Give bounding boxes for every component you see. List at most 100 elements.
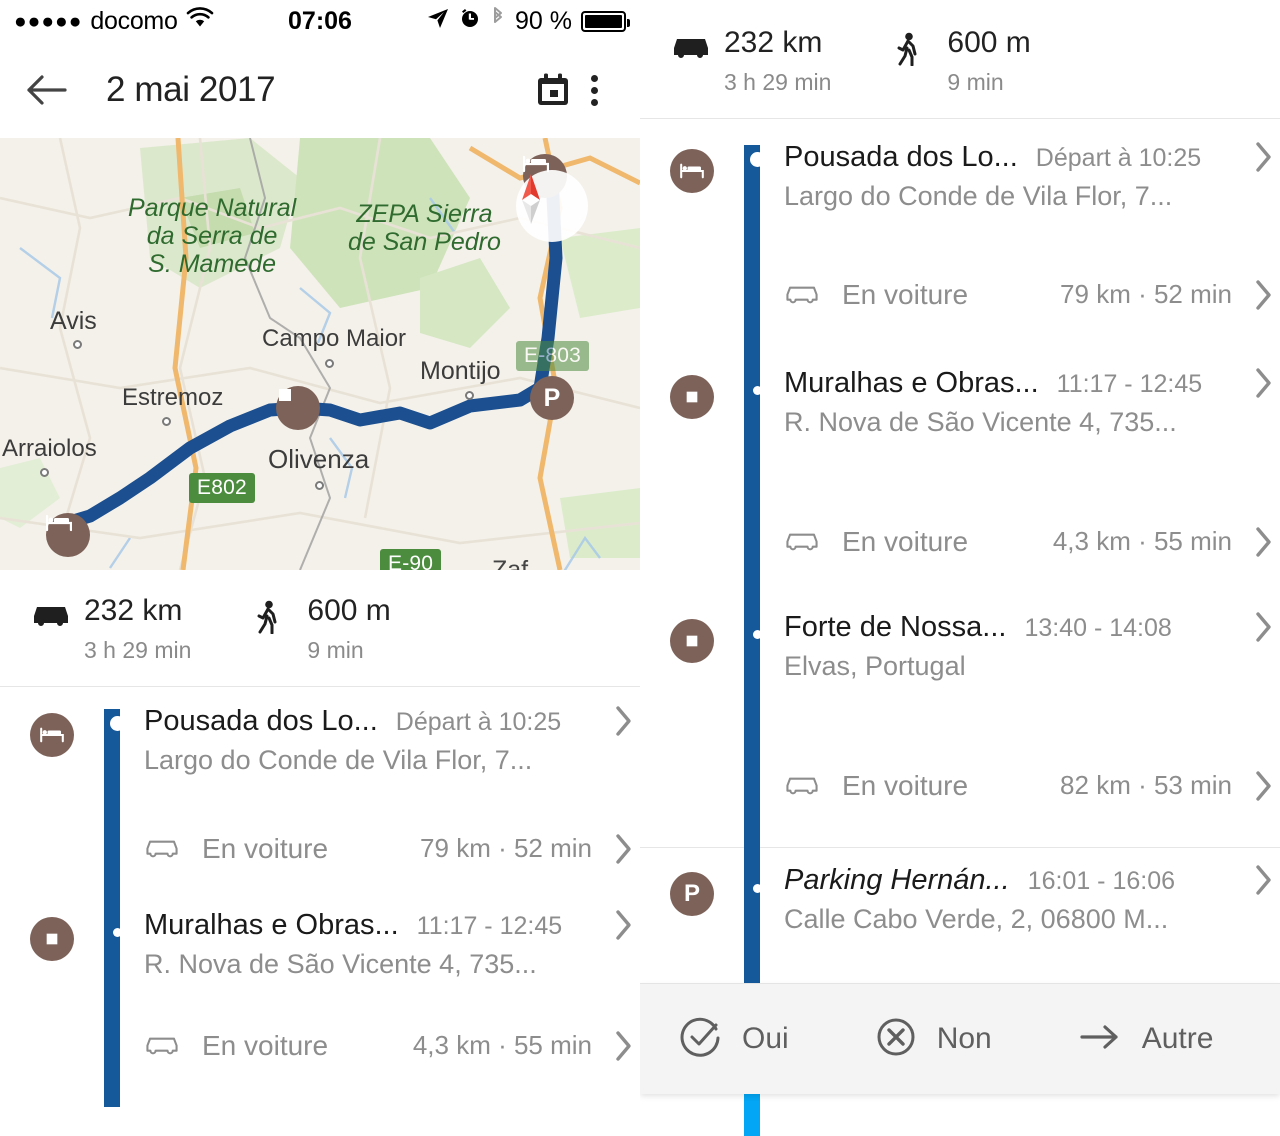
row-body: Pousada dos Lo... Départ à 10:25 Largo d…	[104, 705, 606, 776]
car-icon	[784, 280, 820, 309]
row-marker-slot	[640, 782, 744, 790]
summary-drive-distance: 232 km	[84, 594, 183, 627]
summary-walk: 600 m 9 min	[893, 26, 1031, 96]
location-arrow-icon	[426, 6, 450, 37]
itinerary-list-left: Pousada dos Lo... Départ à 10:25 Largo d…	[0, 687, 640, 1107]
chevron-right-icon[interactable]	[1246, 864, 1280, 896]
chevron-right-icon[interactable]	[606, 833, 640, 865]
place-name: Muralhas e Obras...	[144, 908, 399, 941]
chevron-right-icon[interactable]	[1246, 279, 1280, 311]
row-marker-slot	[640, 367, 744, 419]
place-time: 16:01 - 16:06	[1027, 866, 1176, 895]
row-marker-slot	[0, 909, 104, 961]
battery-full-icon	[581, 10, 630, 32]
list-item-leg[interactable]: En voiture 79 km · 52 min	[0, 799, 640, 899]
chevron-right-icon[interactable]	[1246, 367, 1280, 399]
yes-button[interactable]: Oui	[680, 1016, 789, 1063]
city-dot-avis	[73, 340, 82, 349]
leg-body: En voiture 79 km · 52 min	[744, 279, 1246, 311]
map-view[interactable]: Parque Natural da Serra de S. Mamede ZEPA …	[0, 138, 640, 570]
no-button[interactable]: Non	[875, 1016, 992, 1063]
leg-detail: 79 km · 52 min	[1060, 279, 1232, 309]
timeline-node-mid	[753, 385, 762, 395]
car-icon	[670, 26, 724, 60]
list-item-leg[interactable]: En voiture 79 km · 52 min	[640, 231, 1280, 359]
list-item-place[interactable]: Pousada dos Lo... Départ à 10:25 Largo d…	[640, 119, 1280, 231]
city-dot-estremoz	[162, 417, 171, 426]
trip-summary-left: 232 km 3 h 29 min 600 m 9 min	[0, 570, 640, 686]
row-marker-slot	[0, 845, 104, 853]
car-icon	[144, 1031, 180, 1060]
summary-walk-distance: 600 m	[947, 26, 1031, 59]
row-title-line: Forte de Nossa... 13:40 - 14:08	[784, 611, 1232, 644]
summary-walk: 600 m 9 min	[253, 594, 391, 664]
summary-drive-duration: 3 h 29 min	[84, 636, 192, 663]
other-button[interactable]: Autre	[1078, 1022, 1213, 1057]
chevron-right-icon[interactable]	[606, 1030, 640, 1062]
summary-drive-text: 232 km 3 h 29 min	[84, 594, 191, 664]
compass-north-icon[interactable]	[516, 170, 588, 242]
chevron-right-icon[interactable]	[1246, 770, 1280, 802]
map-label-parque-natural: Parque Natural da Serra de S. Mamede	[128, 194, 297, 278]
place-time: Départ à 10:25	[1035, 143, 1202, 172]
map-marker-attraction[interactable]	[276, 386, 320, 430]
summary-drive: 232 km 3 h 29 min	[670, 26, 831, 96]
timeline-node-parking	[753, 883, 762, 893]
place-time: 11:17 - 12:45	[416, 911, 563, 940]
leg-detail: 82 km · 53 min	[1060, 770, 1232, 800]
place-address: Elvas, Portugal	[784, 650, 966, 681]
x-circle-icon	[875, 1016, 917, 1063]
more-vertical-icon[interactable]	[573, 74, 616, 106]
leg-detail: 79 km · 52 min	[420, 833, 592, 863]
place-name: Pousada dos Lo...	[144, 704, 378, 737]
back-arrow-icon[interactable]	[24, 73, 68, 107]
list-item-place[interactable]: Muralhas e Obras... 11:17 - 12:45 R. Nov…	[0, 899, 640, 1011]
row-marker-slot	[640, 611, 744, 663]
map-label-arraiolos: Arraiolos	[2, 435, 97, 462]
chevron-right-icon[interactable]	[1246, 526, 1280, 558]
car-icon	[784, 527, 820, 556]
list-item-place[interactable]: Pousada dos Lo... Départ à 10:25 Largo d…	[0, 687, 640, 799]
calendar-icon[interactable]	[533, 70, 573, 110]
alarm-icon	[459, 7, 481, 36]
place-address: R. Nova de São Vicente 4, 735...	[144, 948, 537, 979]
chevron-right-icon[interactable]	[1246, 611, 1280, 643]
map-marker-lodging-start[interactable]	[46, 513, 90, 557]
place-name: Pousada dos Lo...	[784, 140, 1018, 173]
wifi-icon	[186, 6, 214, 36]
walk-icon	[253, 594, 307, 634]
list-item-leg[interactable]: En voiture 4,3 km · 55 min	[640, 481, 1280, 603]
place-name: Muralhas e Obras...	[784, 366, 1039, 399]
app-bar: 2 mai 2017	[0, 42, 640, 138]
list-item-leg[interactable]: En voiture 82 km · 53 min	[640, 725, 1280, 847]
attraction-marker-icon	[670, 374, 714, 419]
chevron-right-icon[interactable]	[606, 705, 640, 737]
list-item-leg[interactable]: En voiture 4,3 km · 55 min	[0, 1011, 640, 1081]
row-body: Muralhas e Obras... 11:17 - 12:45 R. Nov…	[104, 909, 606, 980]
map-label-campo-maior: Campo Maior	[262, 325, 407, 352]
road-shield-e802-lower: E802	[189, 473, 255, 503]
list-item-place[interactable]: Muralhas e Obras... 11:17 - 12:45 R. Nov…	[640, 359, 1280, 481]
summary-drive-distance: 232 km	[724, 26, 823, 59]
summary-walk-duration: 9 min	[307, 636, 364, 663]
map-marker-parking[interactable]: P	[530, 376, 574, 420]
carrier-label: docomo	[90, 6, 178, 35]
signal-dots-icon: ●●●●●	[14, 9, 83, 33]
parking-marker-icon: P	[670, 871, 714, 916]
row-body: Forte de Nossa... 13:40 - 14:08 Elvas, P…	[744, 611, 1246, 682]
list-item-place[interactable]: P Parking Hernán... 16:01 - 16:06 Calle …	[640, 848, 1280, 968]
chevron-right-icon[interactable]	[606, 909, 640, 941]
summary-drive-text: 232 km 3 h 29 min	[724, 26, 831, 96]
row-title-line: Muralhas e Obras... 11:17 - 12:45	[144, 909, 592, 942]
row-body: Parking Hernán... 16:01 - 16:06 Calle Ca…	[744, 864, 1246, 935]
no-label: Non	[936, 1022, 992, 1055]
row-title-line: Pousada dos Lo... Départ à 10:25	[784, 141, 1232, 174]
list-item-place[interactable]: Forte de Nossa... 13:40 - 14:08 Elvas, P…	[640, 603, 1280, 725]
place-name: Parking Hernán...	[784, 863, 1010, 896]
lodging-marker-icon	[30, 712, 74, 757]
chevron-right-icon[interactable]	[1246, 141, 1280, 173]
row-marker-slot	[0, 705, 104, 757]
leg-mode: En voiture	[842, 278, 969, 310]
map-label-zepa-sierra: ZEPA Sierra de San Pedro	[348, 200, 501, 256]
summary-drive: 232 km 3 h 29 min	[30, 594, 191, 664]
